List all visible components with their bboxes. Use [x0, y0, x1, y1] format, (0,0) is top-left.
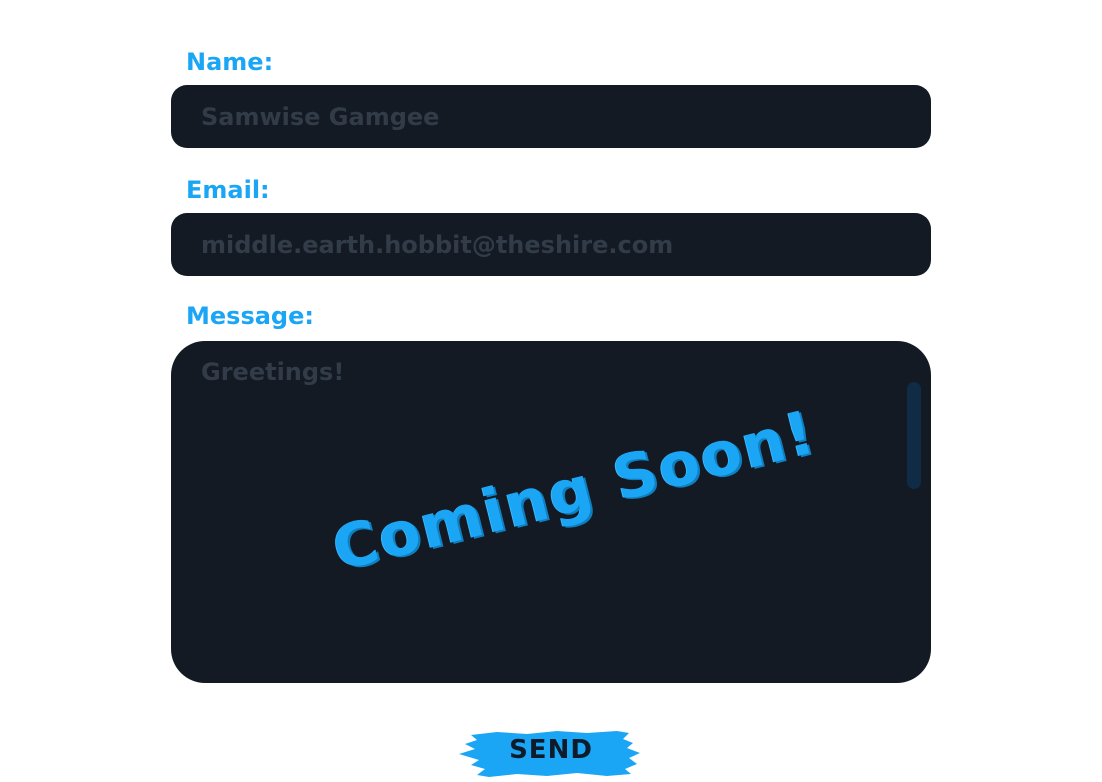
message-scrollbar[interactable] [907, 382, 921, 489]
message-box: Coming Soon! [171, 341, 931, 683]
send-button[interactable]: SEND [457, 729, 645, 779]
message-textarea[interactable] [171, 341, 931, 683]
email-label: Email: [186, 176, 270, 204]
email-input[interactable] [171, 213, 931, 276]
name-input[interactable] [171, 85, 931, 148]
send-label: SEND [509, 735, 593, 765]
message-label: Message: [186, 302, 314, 330]
name-label: Name: [186, 48, 274, 76]
contact-form: Name: Email: Message: Coming Soon! [171, 0, 931, 782]
